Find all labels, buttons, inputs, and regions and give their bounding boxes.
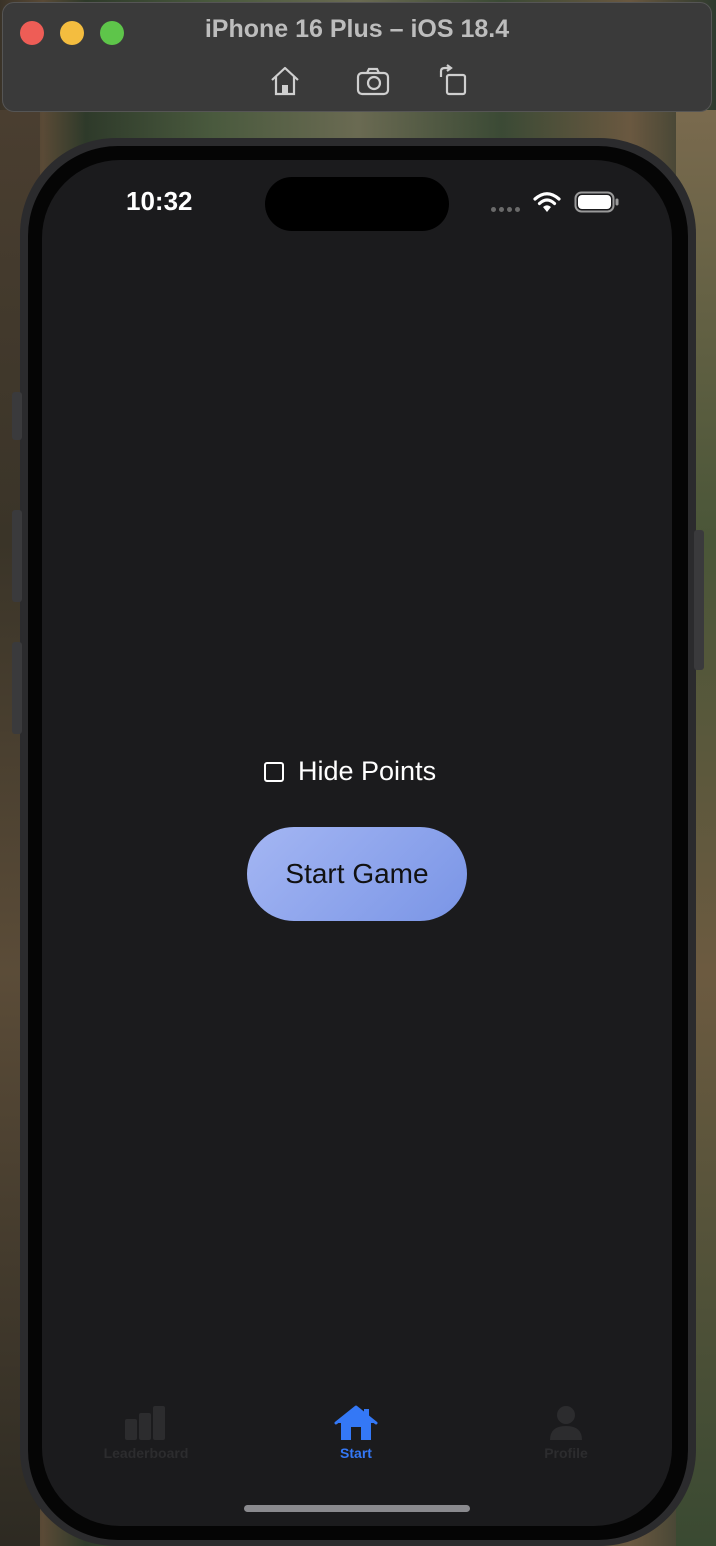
tab-leaderboard-label: Leaderboard <box>103 1445 189 1461</box>
dynamic-island <box>265 177 449 231</box>
start-game-button[interactable]: Start Game <box>247 827 467 921</box>
volume-down-button <box>12 642 22 734</box>
power-button <box>694 530 704 670</box>
home-icon[interactable] <box>267 63 303 99</box>
app-screen: 10:32 Hide Points Start Game Leaderboard… <box>42 160 672 1526</box>
status-time: 10:32 <box>126 186 193 216</box>
tab-bar: Leaderboard Start Profile <box>42 1405 672 1475</box>
tab-leaderboard[interactable]: Leaderboard <box>76 1405 216 1461</box>
tab-start[interactable]: Start <box>286 1405 426 1461</box>
rotate-icon[interactable] <box>435 63 471 99</box>
action-button <box>12 392 22 440</box>
simulator-title: iPhone 16 Plus – iOS 18.4 <box>204 15 510 43</box>
tab-profile-label: Profile <box>544 1445 588 1461</box>
volume-up-button <box>12 510 22 602</box>
tab-profile[interactable]: Profile <box>496 1405 636 1461</box>
chart-bars-icon <box>125 1406 165 1440</box>
person-icon <box>550 1406 582 1440</box>
hide-points-toggle[interactable]: Hide Points <box>264 756 436 787</box>
wifi-icon <box>533 192 561 212</box>
hide-points-checkbox[interactable] <box>264 761 284 782</box>
tab-start-label: Start <box>340 1445 372 1461</box>
home-indicator[interactable] <box>244 1505 470 1512</box>
battery-icon <box>574 191 619 213</box>
screenshot-icon[interactable] <box>355 63 391 99</box>
house-icon <box>334 1405 378 1440</box>
cellular-dots-icon <box>491 206 520 212</box>
status-icons <box>491 190 620 214</box>
simulator-title-bar: iPhone 16 Plus – iOS 18.4 <box>2 2 712 112</box>
hide-points-label: Hide Points <box>298 756 437 786</box>
